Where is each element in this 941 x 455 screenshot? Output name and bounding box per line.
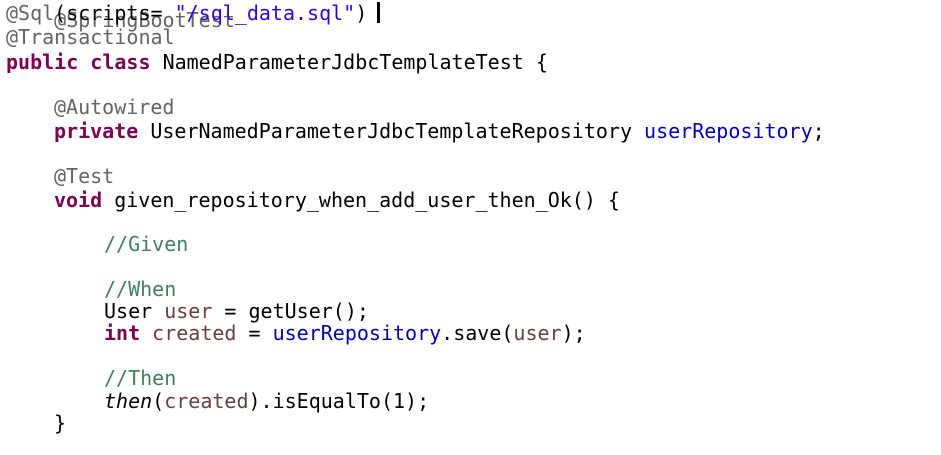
- save-call-close: );: [561, 321, 586, 345]
- sql-annotation: @Sql: [6, 1, 55, 25]
- autowired-annotation: @Autowired: [54, 95, 175, 119]
- method-signature: given_repository_when_add_user_then_Ok()…: [114, 188, 620, 212]
- keyword-int: int: [104, 321, 141, 345]
- repository-type: UserNamedParameterJdbcTemplateRepository: [150, 119, 632, 143]
- then-call: then: [104, 389, 153, 413]
- method-close-brace: }: [54, 411, 67, 435]
- get-user-call: getUser();: [248, 299, 369, 323]
- save-argument: user: [513, 321, 562, 345]
- code-line-comment-when: //When: [104, 277, 176, 301]
- is-equal-to-call: ).isEqualTo(1);: [248, 389, 430, 413]
- code-line-autowired: @Autowired: [54, 95, 174, 119]
- comment-then: //Then: [104, 366, 177, 390]
- keyword-void: void: [54, 188, 103, 212]
- code-line-method-close: }: [54, 411, 66, 435]
- code-line-test-annotation: @Test: [54, 164, 114, 188]
- code-line-class-declaration: public class NamedParameterJdbcTemplateT…: [6, 50, 548, 74]
- created-variable: created: [152, 321, 237, 345]
- code-line-comment-then: //Then: [104, 366, 176, 390]
- code-line-save-user: int created = userRepository.save(user);: [104, 321, 586, 345]
- repository-field: userRepository: [644, 119, 813, 143]
- code-line-repository-field: private UserNamedParameterJdbcTemplateRe…: [54, 119, 825, 143]
- code-line-assertion: then(created).isEqualTo(1);: [104, 389, 429, 413]
- code-line-transactional: @Transactional: [6, 25, 175, 49]
- then-argument: created: [164, 389, 249, 413]
- keyword-private: private: [54, 119, 139, 143]
- repository-reference: userRepository: [272, 321, 442, 345]
- text-cursor: [377, 2, 381, 23]
- code-line-get-user: User user = getUser();: [104, 299, 369, 323]
- keyword-class: class: [90, 50, 151, 74]
- comment-given: //Given: [104, 232, 189, 256]
- code-line-sql-annotation: @Sql(scripts= "/sql_data.sql"): [6, 1, 381, 25]
- assign-operator: =: [236, 321, 273, 345]
- save-call-open: .save(: [441, 321, 514, 345]
- sql-script-path-string: "/sql_data.sql": [174, 1, 356, 25]
- sql-close: ): [355, 1, 368, 25]
- sql-open: (scripts=: [54, 1, 175, 25]
- transactional-annotation: @Transactional: [6, 25, 175, 49]
- comment-when: //When: [104, 277, 177, 301]
- code-editor[interactable]: @SpringBootTest @Sql(scripts= "/sql_data…: [0, 0, 941, 455]
- class-open-brace: {: [535, 50, 548, 74]
- field-semicolon: ;: [812, 119, 825, 143]
- class-name: NamedParameterJdbcTemplateTest: [162, 50, 524, 74]
- test-annotation: @Test: [54, 164, 115, 188]
- user-variable: user: [164, 299, 213, 323]
- keyword-public: public: [6, 50, 79, 74]
- code-line-comment-given: //Given: [104, 232, 188, 256]
- assign-operator: =: [212, 299, 249, 323]
- then-paren-open: (: [152, 389, 165, 413]
- user-type: User: [104, 299, 153, 323]
- code-line-method-signature: void given_repository_when_add_user_then…: [54, 188, 620, 212]
